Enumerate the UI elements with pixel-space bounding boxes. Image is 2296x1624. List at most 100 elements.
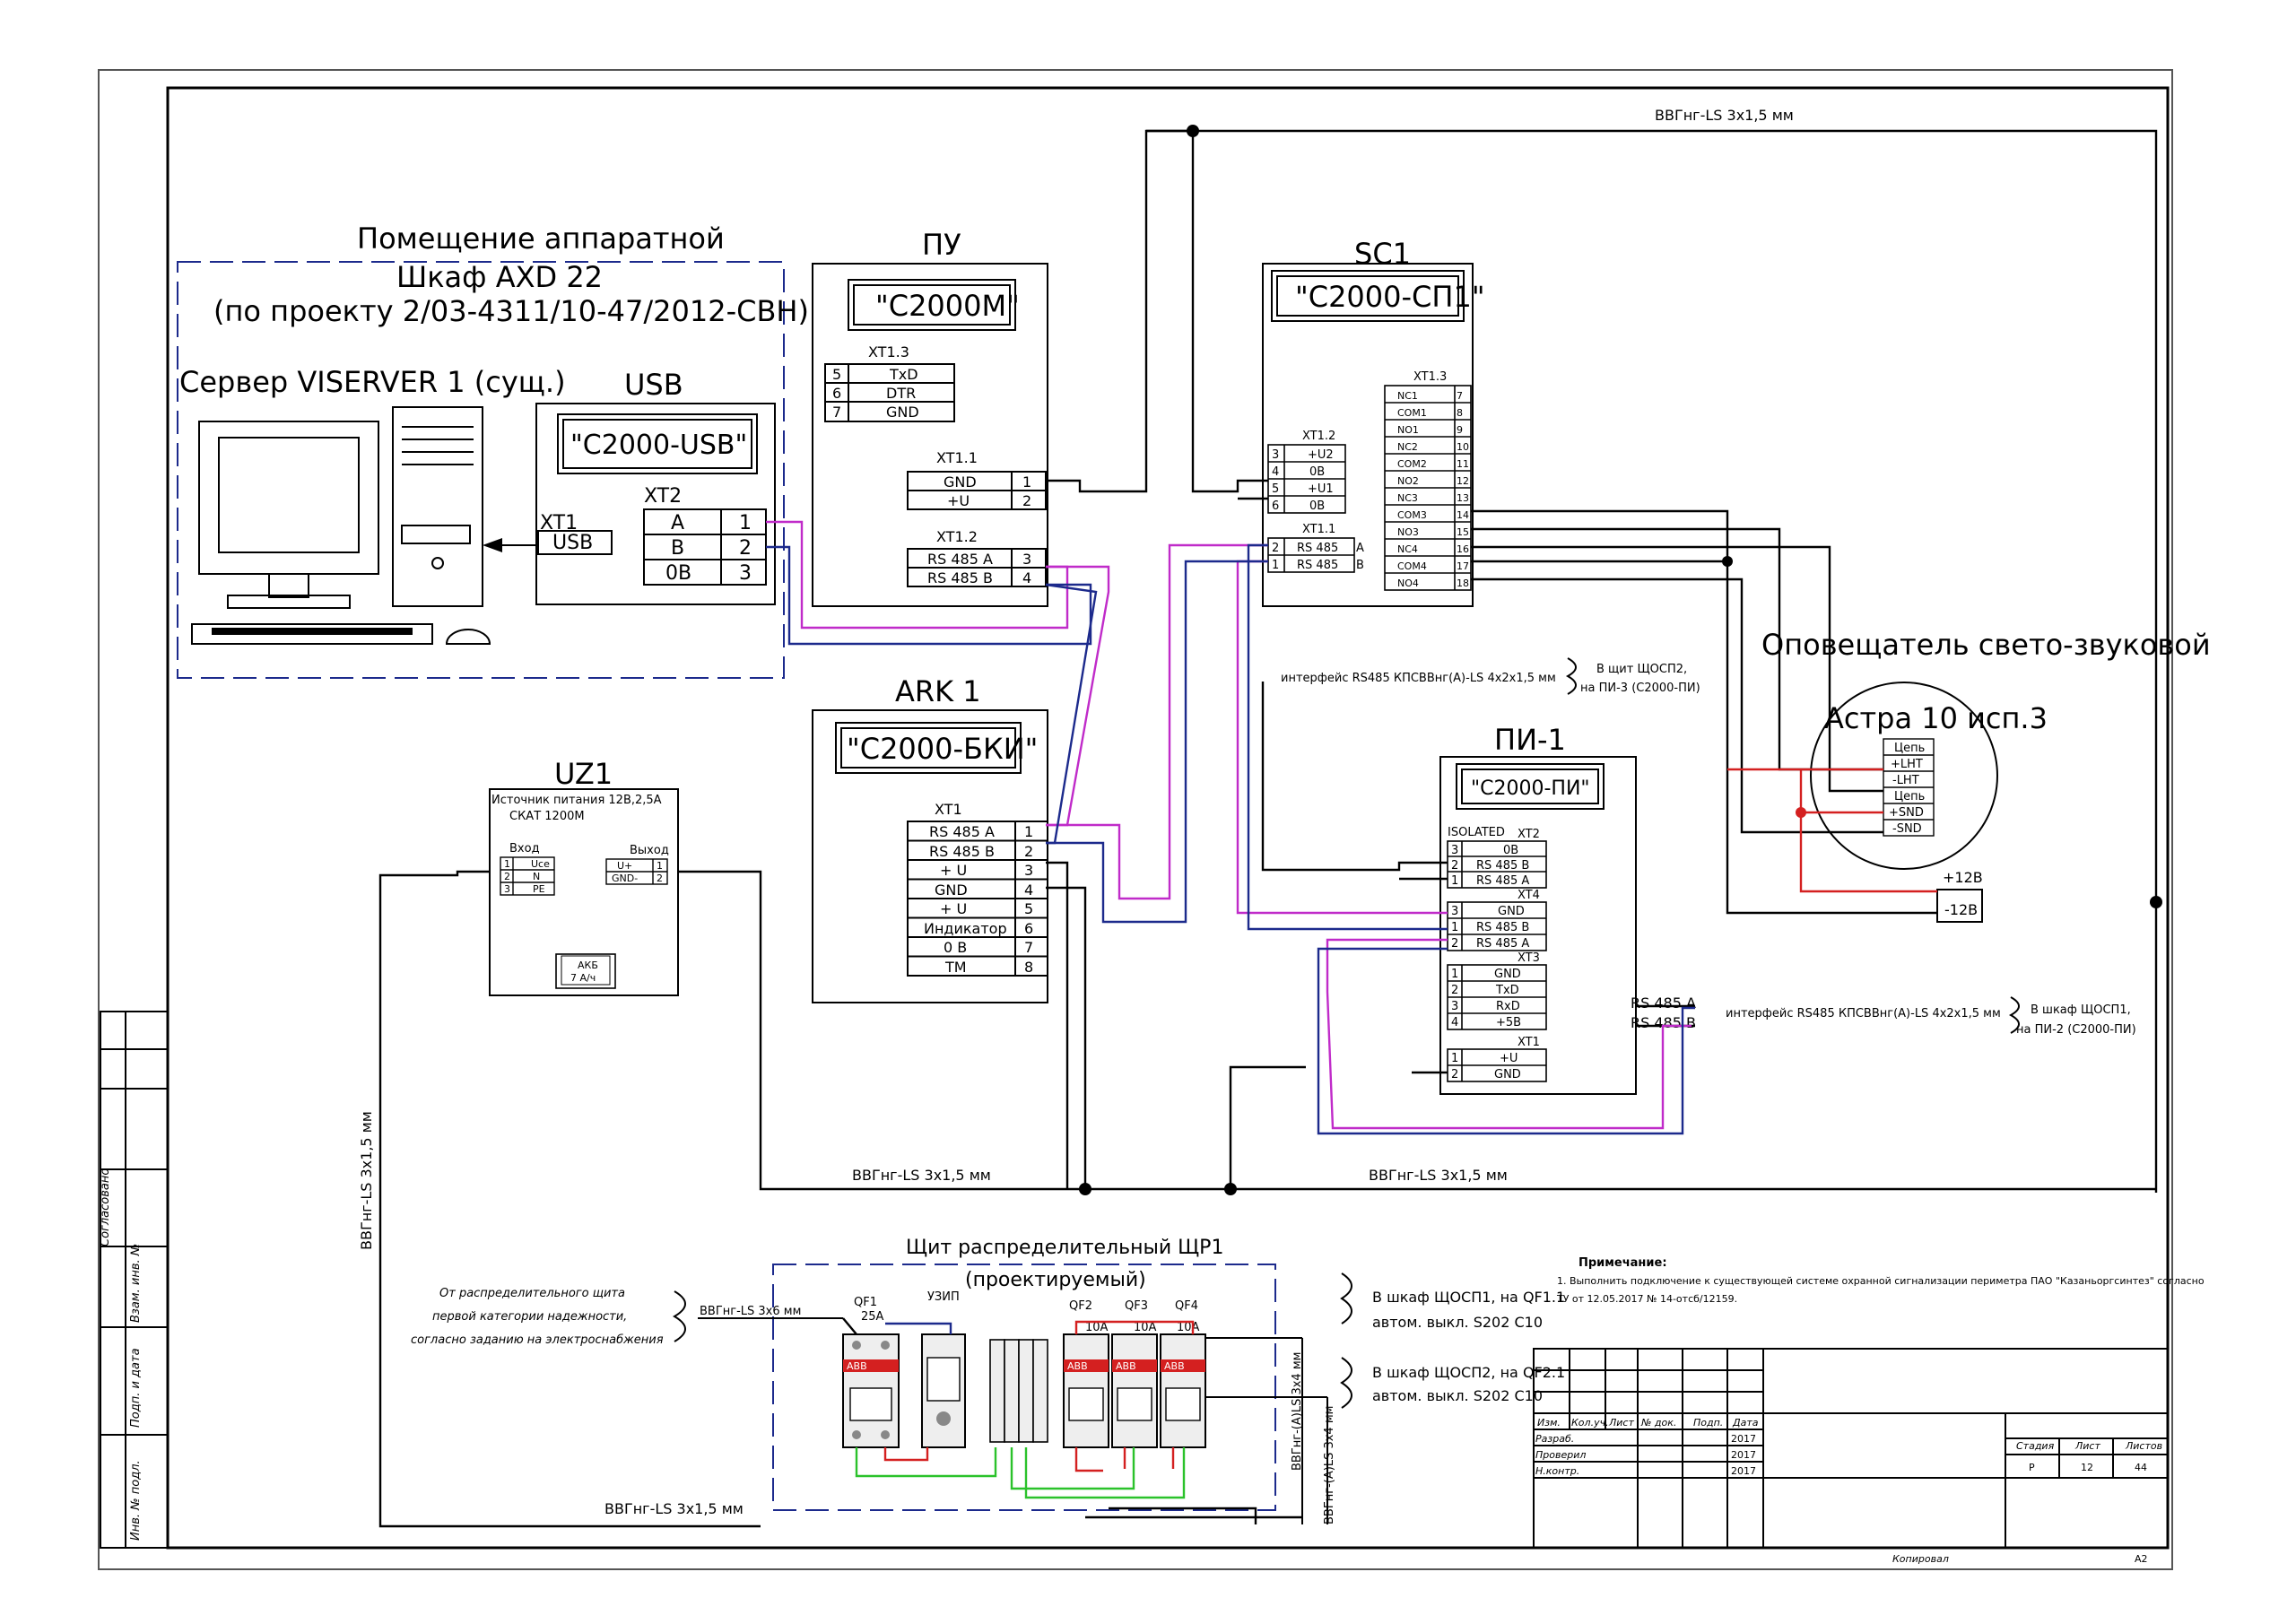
svg-text:1: 1	[1272, 559, 1279, 572]
cable-label-top: ВВГнг-LS 3х1,5 мм	[1655, 107, 1794, 124]
title-sheet: 12	[2081, 1462, 2093, 1473]
svg-text:4: 4	[1451, 1016, 1458, 1029]
breaker-qf4	[1160, 1333, 1206, 1448]
pu-xt13-label: XT1.3	[868, 343, 909, 360]
svg-text:2017: 2017	[1731, 1433, 1756, 1445]
svg-text:1: 1	[1024, 823, 1033, 840]
svg-text:6: 6	[1024, 920, 1033, 937]
svg-text:ТМ: ТМ	[944, 959, 967, 976]
pi1-xt4-rows: 3 GND 1 RS 485 B 2 RS 485 A	[1451, 905, 1529, 951]
svg-text:Разраб.: Разраб.	[1535, 1433, 1574, 1445]
svg-text:+ U: + U	[940, 900, 967, 917]
svg-text:1: 1	[504, 858, 510, 870]
iface2-dest2: на ПИ-2 (С2000-ПИ)	[2016, 1023, 2136, 1037]
svg-text:RS 485: RS 485	[1297, 542, 1338, 555]
svg-text:DTR: DTR	[886, 385, 916, 402]
svg-text:3: 3	[1451, 1000, 1458, 1013]
sc1-xt13-row-number: 7	[1457, 390, 1463, 402]
svg-text:GND: GND	[944, 473, 977, 491]
sc1-device-name: "С2000-СП1"	[1295, 280, 1485, 314]
svg-text:RS 485 A: RS 485 A	[927, 551, 993, 568]
side-stamp-sign: Подп. и дата	[129, 1348, 143, 1428]
svg-text:3: 3	[1024, 862, 1033, 879]
plus12-label: +12В	[1943, 869, 1983, 886]
svg-text:2: 2	[1451, 1068, 1458, 1081]
panel-to1b: автом. выкл. S202 C10	[1372, 1314, 1543, 1331]
iface1-bracket	[1565, 657, 1577, 695]
svg-text:3: 3	[1451, 844, 1458, 857]
qf4-brand: ABB	[1164, 1360, 1185, 1372]
svg-text:4: 4	[1022, 569, 1031, 586]
qf1-label: QF1	[854, 1296, 877, 1309]
svg-text:+U2: +U2	[1308, 448, 1334, 462]
usb-arrow	[483, 538, 502, 552]
sc1-xt13-row-number: 10	[1457, 441, 1469, 453]
side-stamp-replace: Взам. инв. №	[129, 1244, 143, 1323]
sc1-xt11-rows: 2 RS 485 A 1 RS 485 B	[1272, 542, 1364, 572]
panel-to1a: В шкаф ЩОСП1, на QF1.1	[1372, 1289, 1565, 1306]
usb-xt2-label: XT2	[644, 485, 682, 508]
pi1-title: ПИ-1	[1494, 723, 1566, 757]
svg-text:№ док.: № док.	[1640, 1417, 1676, 1429]
svg-text:1: 1	[739, 512, 752, 534]
svg-text:Изм.: Изм.	[1537, 1417, 1561, 1429]
svg-text:A: A	[1356, 542, 1364, 555]
svg-text:2: 2	[657, 873, 663, 884]
sc1-xt13-row-number: 11	[1457, 458, 1469, 470]
svg-text:3: 3	[504, 883, 510, 895]
svg-text:+LHT: +LHT	[1891, 758, 1923, 771]
schematic-sheet: Согласовано Взам. инв. № Подп. и дата Ин…	[98, 69, 2211, 1570]
title-block-headers: Изм. Кол.уч. Лист № док. Подп. Дата	[1537, 1417, 1759, 1429]
svg-text:+U1: +U1	[1308, 482, 1334, 496]
pi1-xt2-rows: 3 0В 2 RS 485 B 1 RS 485 A	[1451, 844, 1529, 888]
uz1-in-rows: 1 Uсе 2 N 3 PE	[504, 858, 550, 895]
cable-label-bottom-left: ВВГнг-LS 3х1,5 мм	[852, 1167, 991, 1184]
title-block-grid	[1533, 1348, 2169, 1549]
svg-text:0B: 0B	[665, 562, 691, 585]
svg-text:Кол.уч.: Кол.уч.	[1571, 1417, 1609, 1429]
ark-device-name: "С2000-БКИ"	[847, 732, 1038, 766]
usb-title: USB	[624, 368, 683, 402]
sc1-xt13-row-number: 12	[1457, 475, 1469, 487]
ark-title: ARK 1	[895, 674, 981, 708]
qf3-brand: ABB	[1116, 1360, 1136, 1372]
sc1-xt12-rows: 3 +U2 4 0В 5 +U1 6 0В	[1272, 448, 1334, 513]
panel-to-bracket1	[1340, 1272, 1352, 1324]
svg-text:2: 2	[1272, 542, 1279, 555]
sc1-xt13-row-label: NO1	[1397, 424, 1419, 436]
sc1-xt13-row-label: COM1	[1397, 407, 1427, 419]
svg-text:2: 2	[1451, 937, 1458, 951]
sc1-xt13-row-label: NO4	[1397, 578, 1419, 589]
usb-device-name: "С2000-USB"	[570, 430, 747, 461]
svg-text:RS 485 B: RS 485 B	[1476, 859, 1529, 873]
usb-port-label: USB	[552, 532, 593, 554]
svg-text:2: 2	[1451, 859, 1458, 873]
svg-text:GND: GND	[1498, 905, 1525, 918]
svg-text:Цепь: Цепь	[1894, 742, 1925, 755]
svg-text:5: 5	[1272, 482, 1279, 496]
svg-text:+SND: +SND	[1889, 806, 1924, 820]
svg-text:B: B	[671, 537, 684, 560]
sc1-xt13-label: XT1.3	[1413, 370, 1447, 384]
svg-text:+5В: +5В	[1496, 1016, 1521, 1029]
svg-text:2017: 2017	[1731, 1465, 1756, 1477]
sounder-name: Астра 10 исп.3	[1824, 701, 2048, 735]
pi1-xt2-label: XT2	[1518, 828, 1540, 841]
svg-text:2: 2	[739, 537, 752, 560]
svg-text:2: 2	[1022, 492, 1031, 509]
svg-text:Проверил: Проверил	[1535, 1449, 1586, 1461]
iface2-cable: интерфейс RS485 КПСВВнг(А)-LS 4х2х1,5 мм	[1726, 1007, 2001, 1020]
svg-text:7: 7	[1024, 939, 1033, 956]
sc1-xt13-row-number: 9	[1457, 424, 1463, 436]
svg-text:4: 4	[1024, 881, 1033, 899]
sc1-xt13-row-label: COM3	[1397, 509, 1427, 521]
svg-text:Подп.: Подп.	[1693, 1417, 1723, 1429]
panel-title: Щит распределительный ЩР1	[906, 1237, 1223, 1259]
sc1-xt13-row-number: 18	[1457, 578, 1469, 589]
note-title: Примечание:	[1578, 1256, 1667, 1270]
panel-from2: первой категории надежности,	[432, 1310, 627, 1324]
sc1-xt13-row-label: NO3	[1397, 526, 1419, 538]
panel-to-bracket2	[1340, 1357, 1352, 1409]
qf4-label: QF4	[1175, 1299, 1198, 1313]
sc1-xt13-row-number: 13	[1457, 492, 1469, 504]
